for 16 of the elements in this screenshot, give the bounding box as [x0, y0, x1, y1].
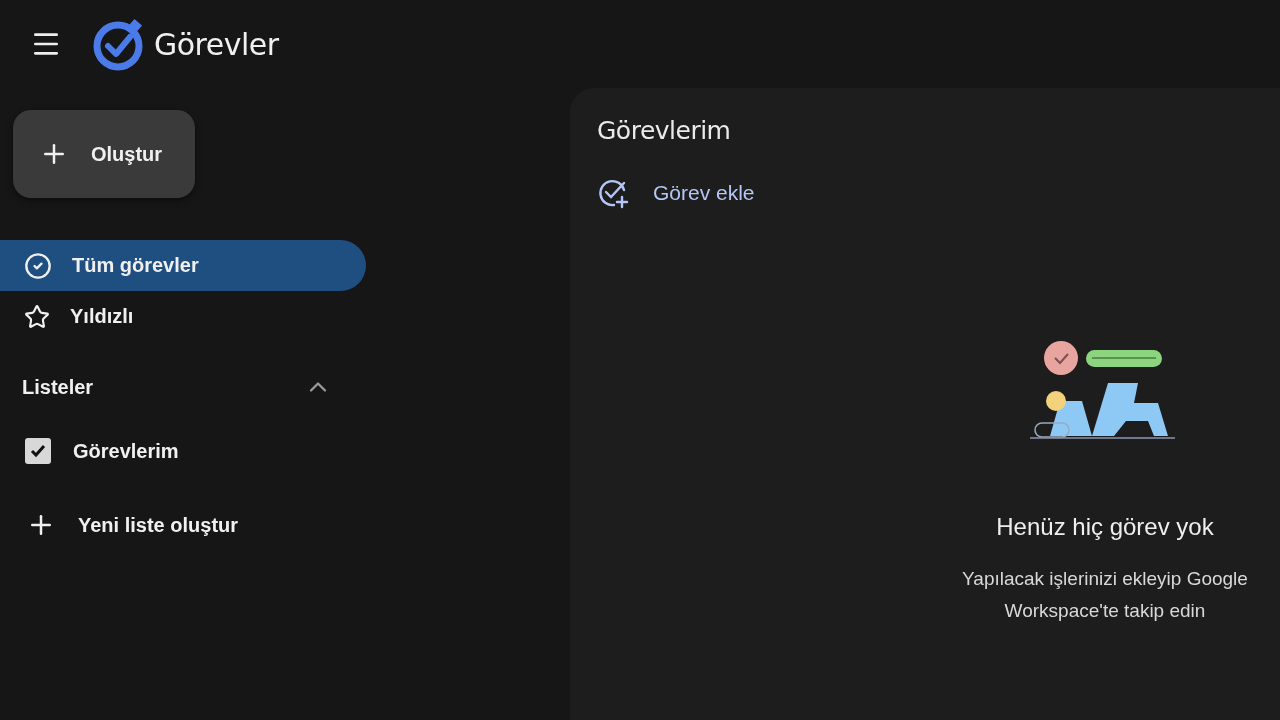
section-title: Listeler [22, 375, 94, 399]
add-task-button[interactable]: Görev ekle [597, 175, 755, 211]
create-button[interactable]: Oluştur [13, 110, 195, 198]
list-item[interactable]: Görevlerim [0, 429, 366, 473]
new-list-button[interactable]: Yeni liste oluştur [0, 503, 366, 547]
add-task-icon [597, 177, 629, 209]
nav-item[interactable]: Tüm görevler [0, 240, 366, 291]
check-icon [29, 442, 47, 460]
star-icon [24, 303, 50, 330]
empty-state-title: Henüz hiç görev yok [996, 513, 1214, 541]
nav-item[interactable]: Yıldızlı [0, 291, 366, 342]
list-title: Görevlerim [597, 116, 732, 145]
checkbox[interactable] [25, 438, 51, 464]
app-title: Görevler [154, 26, 279, 62]
empty-state-message: Yapılacak işlerinizi ekleyip Google Workspace'te takip edin [961, 567, 1249, 623]
check-circle-icon [24, 251, 52, 280]
